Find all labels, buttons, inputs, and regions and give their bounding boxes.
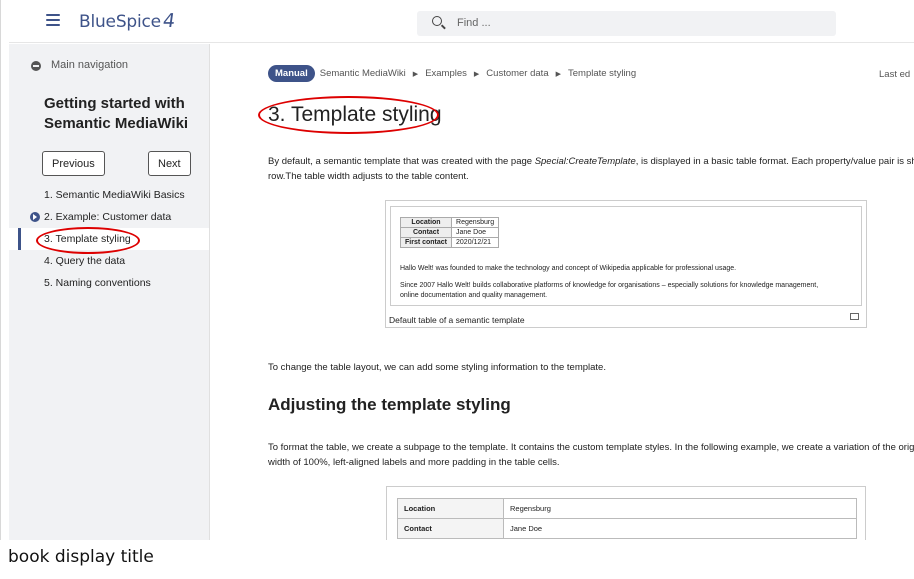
page-title: 3. Template styling [268, 103, 442, 126]
intro-paragraph: By default, a semantic template that was… [268, 154, 914, 169]
property-key: Location [397, 498, 504, 519]
toc-item-template-styling[interactable]: 3. Template styling [9, 228, 209, 250]
property-value: Regensburg [503, 498, 857, 519]
main-navigation-toggle[interactable]: Main navigation [51, 59, 128, 71]
text: , is displayed in a basic table format. … [635, 156, 914, 167]
property-value: Regensburg [451, 217, 500, 228]
figure-text: online documentation and quality managem… [400, 292, 548, 299]
property-key: Contact [399, 227, 453, 238]
bluespice-logo[interactable]: BlueSpice4 [79, 10, 177, 32]
breadcrumb-link[interactable]: Examples [425, 68, 467, 79]
top-bar: BlueSpice4 Find ... [9, 0, 914, 43]
hamburger-menu-icon[interactable] [46, 14, 60, 26]
breadcrumb-current: Template styling [568, 68, 637, 79]
property-value: Jane Doe [503, 518, 857, 539]
toc-item-label: 2. Example: Customer data [44, 211, 172, 223]
property-value: Jane Doe [451, 227, 500, 238]
breadcrumb-link[interactable]: Semantic MediaWiki [320, 68, 406, 79]
property-table: Location Regensburg Contact Jane Doe First… [399, 217, 500, 248]
figure-text: Hallo Welt! was founded to make the tech… [400, 265, 737, 272]
toc-item-label: 4. Query the data [44, 255, 126, 267]
namespace-badge[interactable]: Manual [268, 65, 315, 82]
text: By default, a semantic template that was… [268, 156, 535, 167]
chevron-right-icon: ▶ [473, 71, 480, 78]
property-value: 2020/12/21 [451, 237, 500, 248]
search-icon [432, 16, 442, 26]
property-key: First contact [399, 237, 453, 248]
last-edit-info[interactable]: Last ed [879, 69, 910, 80]
app-window: BlueSpice4 Find ... Main navigation Gett… [0, 0, 914, 540]
format-paragraph: To format the table, we create a subpage… [268, 442, 914, 453]
toc-item-customer-data[interactable]: 2. Example: Customer data [9, 206, 209, 228]
special-page-link[interactable]: Special:CreateTemplate [535, 156, 636, 167]
book-toc: 1. Semantic MediaWiki Basics 2. Example:… [9, 184, 209, 294]
page-content: Manual Semantic MediaWiki ▶ Examples ▶ Custom… [210, 44, 914, 540]
chevron-right-icon: ▶ [412, 71, 419, 78]
figure-image[interactable]: Location Regensburg Contact Jane Doe First… [390, 206, 862, 306]
expand-icon[interactable] [30, 212, 40, 222]
change-paragraph: To change the table layout, we can add s… [268, 362, 606, 373]
intro-paragraph-line2: row.The table width adjusts to the table… [268, 171, 469, 182]
figure-caption: Default table of a semantic template [389, 315, 525, 325]
toc-item-naming[interactable]: 5. Naming conventions [9, 272, 209, 294]
toc-item-basics[interactable]: 1. Semantic MediaWiki Basics [9, 184, 209, 206]
book-title: Getting started with Semantic MediaWiki [44, 95, 189, 132]
figure-thumbnail: Location Regensburg Contact Jane Doe First… [385, 200, 867, 328]
styled-property-table: Location Regensburg Contact Jane Doe [397, 498, 857, 539]
next-button[interactable]: Next [148, 151, 191, 176]
sidebar: Main navigation Getting started with Sem… [9, 44, 210, 540]
styled-table-preview: Location Regensburg Contact Jane Doe [386, 486, 866, 540]
previous-button[interactable]: Previous [42, 151, 105, 176]
logo-text: BlueSpice [79, 12, 161, 32]
toc-item-label: 3. Template styling [44, 233, 131, 245]
property-key: Contact [397, 518, 504, 539]
logo-version: 4 [161, 10, 177, 32]
toc-item-label: 1. Semantic MediaWiki Basics [44, 189, 185, 201]
image-caption: book display title [8, 547, 154, 567]
section-heading: Adjusting the template styling [268, 395, 511, 414]
search-input[interactable]: Find ... [417, 11, 836, 36]
figure-text: Since 2007 Hallo Welt! builds collaborat… [400, 282, 819, 289]
breadcrumb-link[interactable]: Customer data [486, 68, 548, 79]
toc-item-label: 5. Naming conventions [44, 277, 151, 289]
format-paragraph-line2: width of 100%, left-aligned labels and m… [268, 457, 560, 468]
search-placeholder: Find ... [457, 17, 491, 29]
toc-item-query[interactable]: 4. Query the data [9, 250, 209, 272]
property-key: Location [399, 217, 453, 228]
collapse-icon[interactable] [31, 61, 41, 71]
chevron-right-icon: ▶ [555, 71, 561, 78]
enlarge-icon[interactable] [850, 313, 859, 320]
breadcrumb: Manual Semantic MediaWiki ▶ Examples ▶ Custom… [268, 65, 636, 82]
